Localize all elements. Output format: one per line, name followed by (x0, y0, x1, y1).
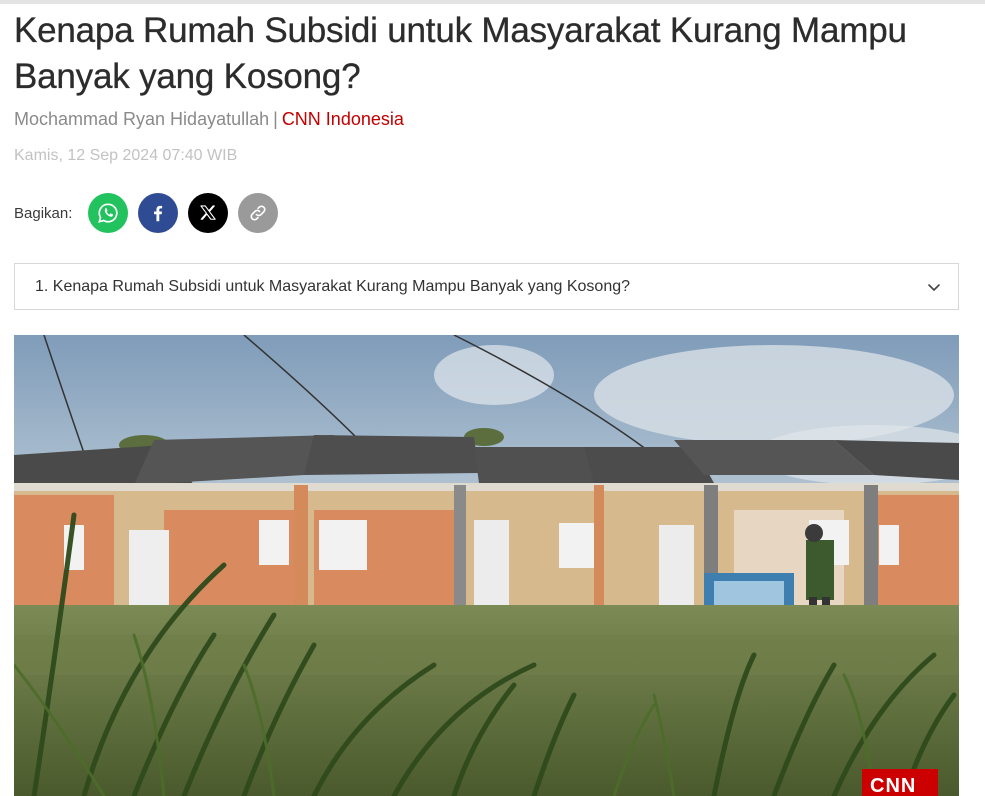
share-copy-link-button[interactable] (238, 193, 279, 233)
facebook-icon (154, 205, 163, 222)
publish-date: Kamis, 12 Sep 2024 07:40 WIB (14, 147, 238, 164)
byline: Mochammad Ryan Hidayatullah | CNN Indonesi… (14, 108, 404, 130)
link-icon (250, 205, 266, 221)
share-x-button[interactable] (188, 193, 229, 233)
author-name[interactable]: Mochammad Ryan Hidayatullah (14, 109, 269, 129)
top-border (0, 0, 985, 4)
byline-separator: | (273, 109, 278, 129)
source-link[interactable]: CNN Indonesia (282, 109, 404, 129)
share-label: Bagikan: (14, 204, 73, 222)
share-bar: Bagikan: (14, 193, 288, 233)
cnn-watermark: CNN (870, 775, 917, 796)
table-of-contents-dropdown[interactable]: 1. Kenapa Rumah Subsidi untuk Masyarakat… (14, 263, 959, 310)
share-whatsapp-button[interactable] (88, 193, 129, 233)
toc-item: 1. Kenapa Rumah Subsidi untuk Masyarakat… (35, 277, 631, 295)
hero-image: CNN (14, 335, 959, 796)
whatsapp-icon (98, 203, 118, 223)
x-icon (200, 205, 217, 220)
chevron-down-icon (928, 283, 940, 291)
page-title: Kenapa Rumah Subsidi untuk Masyarakat Ku… (14, 11, 907, 96)
share-facebook-button[interactable] (138, 193, 179, 233)
